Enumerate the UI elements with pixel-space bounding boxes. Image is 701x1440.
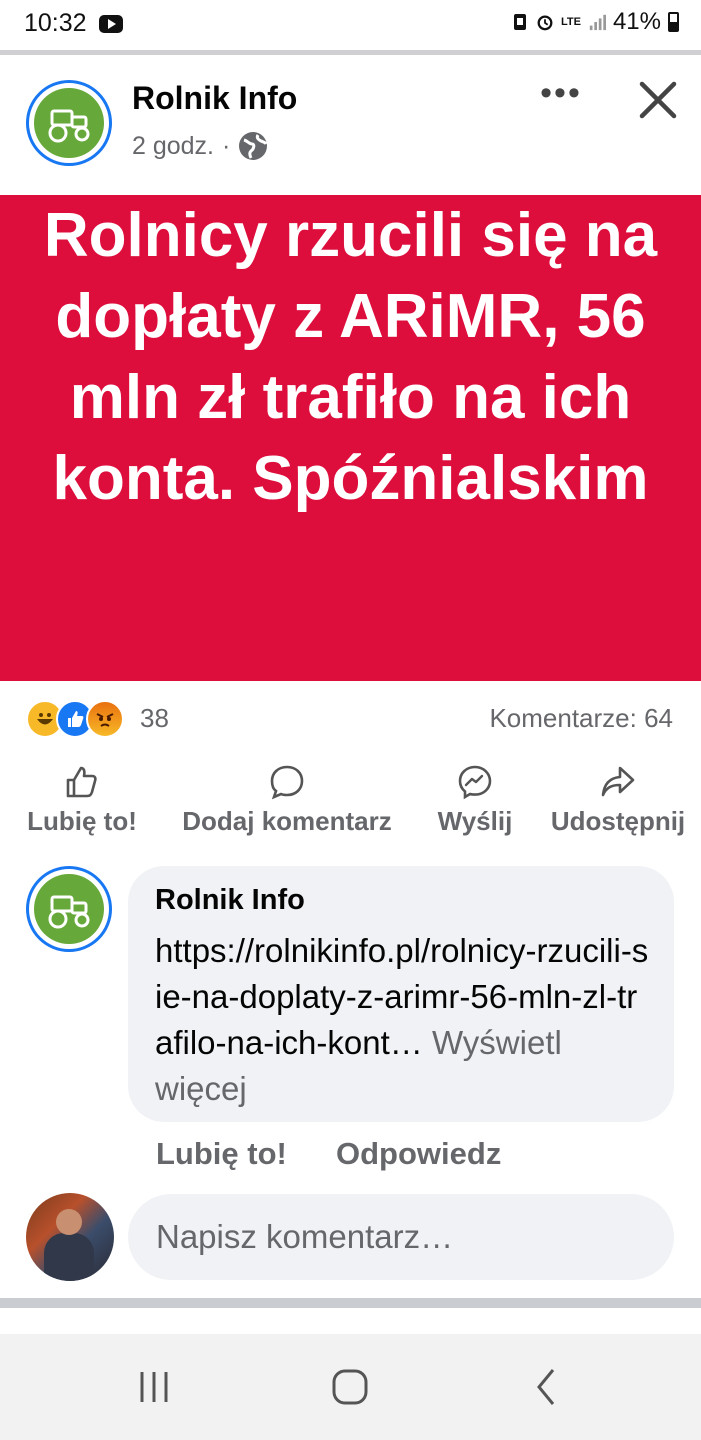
send-label: Wyślij <box>437 806 513 836</box>
messenger-icon <box>458 765 492 800</box>
share-label: Udostępnij <box>550 806 686 836</box>
post-image-headline: Rolnicy rzucili się na dopłaty z ARiMR, … <box>43 201 658 513</box>
back-button[interactable] <box>516 1362 576 1412</box>
reaction-count[interactable]: 38 <box>140 703 169 734</box>
comment-reply-button[interactable]: Odpowiedz <box>336 1136 501 1172</box>
page-name[interactable]: Rolnik Info <box>132 80 297 117</box>
reactions-summary[interactable] <box>26 700 124 738</box>
youtube-notification-icon <box>99 15 123 33</box>
tractor-logo-icon <box>34 874 104 944</box>
comment-label: Dodaj komentarz <box>182 806 392 836</box>
globe-icon <box>239 132 268 160</box>
comments-count[interactable]: Komentarze: 64 <box>489 703 673 734</box>
divider <box>0 1298 701 1308</box>
recents-icon <box>140 1372 168 1402</box>
page-avatar[interactable] <box>26 80 112 166</box>
like-label: Lubię to! <box>27 806 137 836</box>
more-options-button[interactable]: ••• <box>536 76 586 120</box>
status-time: 10:32 <box>24 9 87 37</box>
comment-button[interactable]: Dodaj komentarz <box>166 764 408 837</box>
battery-icon <box>668 12 679 32</box>
share-button[interactable]: Udostępnij <box>542 764 694 837</box>
home-icon <box>332 1369 368 1405</box>
recents-button[interactable] <box>124 1362 184 1412</box>
post-image[interactable]: Rolnicy rzucili się na dopłaty z ARiMR, … <box>0 195 701 681</box>
divider <box>0 50 701 55</box>
like-button[interactable]: Lubię to! <box>20 764 144 837</box>
battery-percent: 41% <box>612 8 661 35</box>
close-button[interactable] <box>634 76 682 124</box>
send-button[interactable]: Wyślij <box>430 764 520 837</box>
meta-separator: · <box>222 131 231 160</box>
comment-author[interactable]: Rolnik Info <box>155 884 305 917</box>
close-icon <box>639 81 677 119</box>
angry-reaction-icon <box>86 700 124 738</box>
nfc-icon <box>513 14 526 30</box>
alarm-icon <box>537 15 553 31</box>
back-icon <box>537 1369 555 1405</box>
signal-icon <box>589 14 606 31</box>
status-icons: LTE 41% <box>511 8 679 36</box>
comment-like-button[interactable]: Lubię to! <box>156 1136 287 1172</box>
thumbs-up-icon <box>66 766 97 798</box>
comment-link[interactable]: https://rolnikinfo.pl/rolnicy-rzucili-si… <box>155 932 648 1061</box>
tractor-logo-icon <box>34 88 104 158</box>
post-time: 2 godz. <box>132 131 215 160</box>
comment-text: https://rolnikinfo.pl/rolnicy-rzucili-si… <box>155 928 655 1112</box>
comment-author-avatar[interactable] <box>26 866 112 952</box>
user-avatar <box>26 1193 114 1281</box>
post-meta: 2 godz. · <box>132 131 268 161</box>
comment-input[interactable]: Napisz komentarz… <box>128 1194 674 1280</box>
comment-icon <box>270 765 304 800</box>
share-icon <box>601 766 635 797</box>
lte-indicator: LTE <box>560 16 581 28</box>
home-button[interactable] <box>320 1362 380 1412</box>
